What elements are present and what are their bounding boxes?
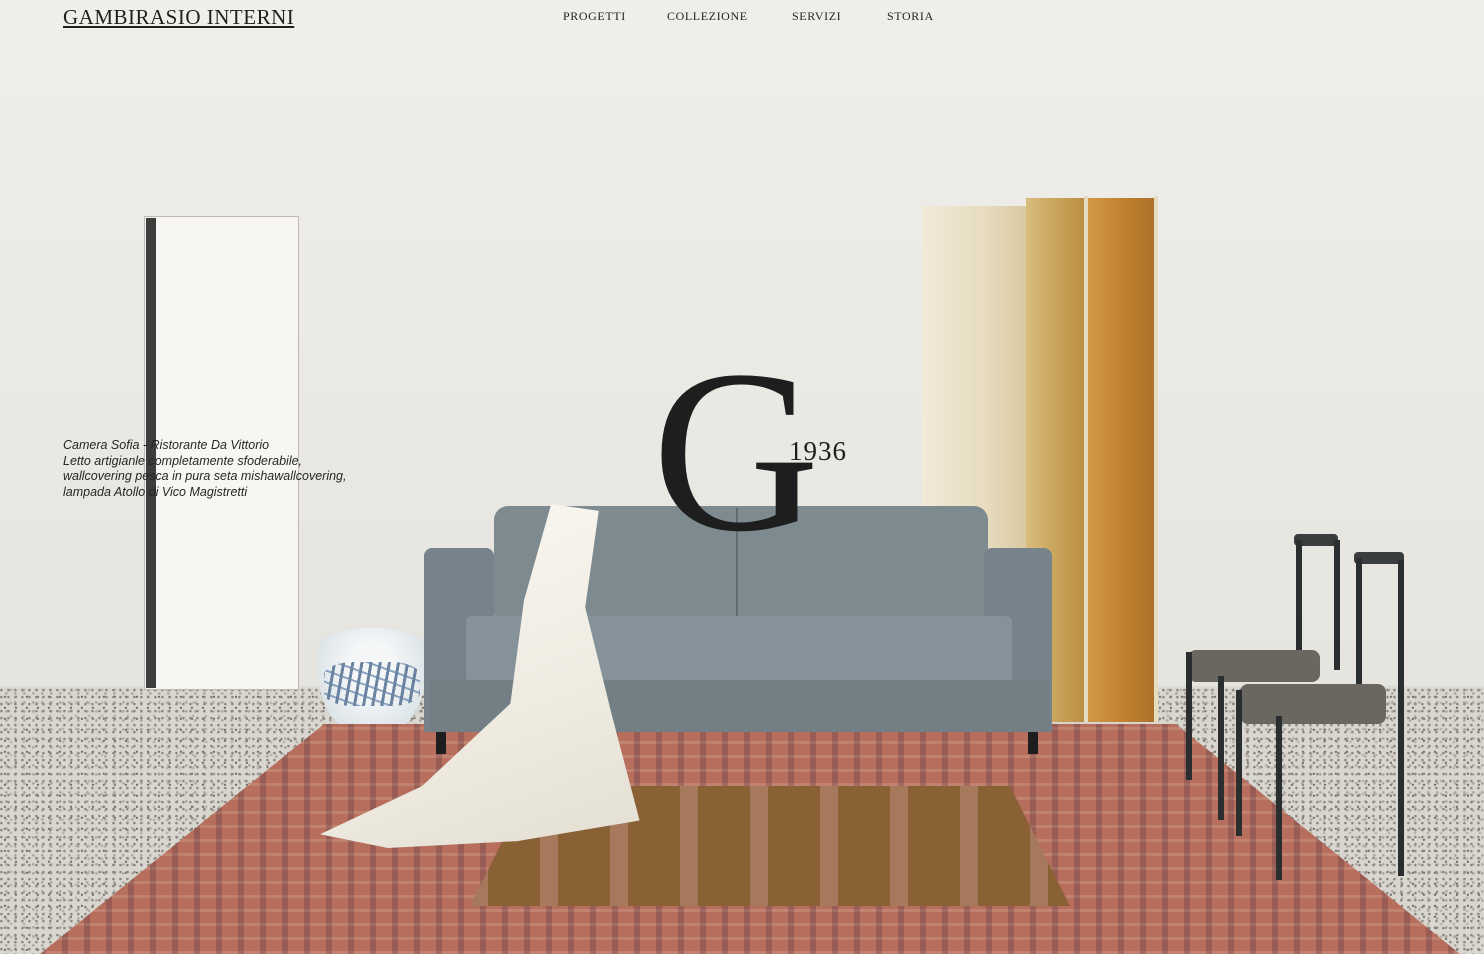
nav-link-collezione[interactable]: COLLEZIONE [667, 9, 748, 24]
brand-mark: G 1936 [652, 336, 852, 576]
chair-leg [1398, 560, 1404, 876]
sofa-leg [1028, 732, 1038, 754]
caption-line: Letto artigianle completamente sfoderabi… [63, 453, 303, 468]
chair-leg [1236, 690, 1242, 836]
chair-leg [1296, 540, 1302, 660]
porcelain-vase [318, 628, 426, 732]
brand-year: 1936 [789, 436, 847, 466]
nav-link-progetti[interactable]: PROGETTI [563, 9, 626, 24]
chair-leg [1276, 716, 1282, 880]
folding-screen-hinge [1154, 196, 1158, 722]
chair-seat [1240, 684, 1386, 724]
caption-line: wallcovering pesca in pura seta mishawal… [63, 469, 347, 484]
site-logo[interactable]: GAMBIRASIO INTERNI [63, 5, 294, 30]
sofa-leg [436, 732, 446, 754]
nav-link-storia[interactable]: STORIA [887, 9, 934, 24]
chair-seat [1188, 650, 1320, 682]
chair-leg [1186, 652, 1192, 780]
folding-screen-hinge [1084, 196, 1088, 722]
chair-leg [1334, 540, 1340, 670]
folding-screen-panel [1088, 198, 1158, 722]
image-caption: Camera Sofia - Ristorante Da Vittorio Le… [63, 438, 373, 500]
site-header: GAMBIRASIO INTERNI PROGETTI COLLEZIONE S… [0, 0, 1484, 34]
chair-leg [1218, 676, 1224, 820]
nav-link-servizi[interactable]: SERVIZI [792, 9, 841, 24]
caption-title: Camera Sofia - Ristorante Da Vittorio [63, 438, 270, 452]
caption-line: lampada Atollo di Vico Magistretti [63, 484, 248, 499]
